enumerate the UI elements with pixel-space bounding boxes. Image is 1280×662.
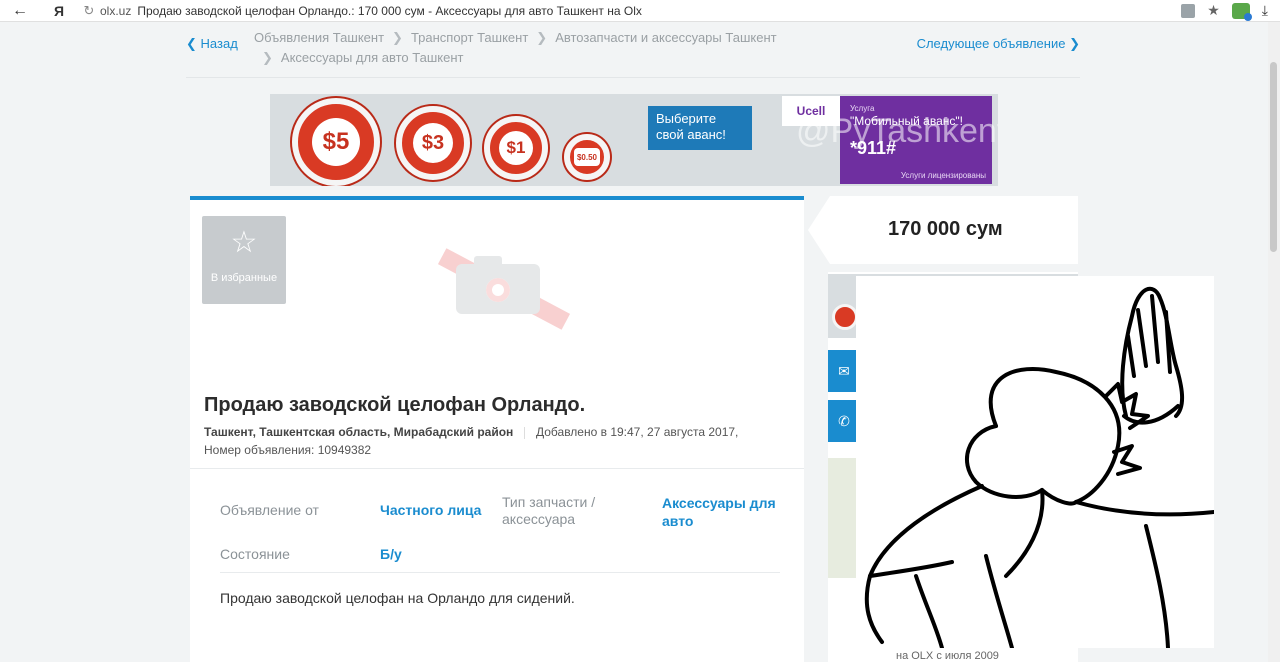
scrollbar-thumb[interactable] <box>1270 62 1277 252</box>
banner-amount: $1 <box>499 131 533 165</box>
phone-icon: ✆ <box>838 412 850 429</box>
ad-number: Номер объявления: 10949382 <box>204 443 372 457</box>
breadcrumb-item[interactable]: Объявления Ташкент <box>254 30 384 45</box>
extension-icon[interactable] <box>1181 3 1196 18</box>
member-since: на OLX с июля 2009 <box>896 650 999 662</box>
facepalm-drawing <box>856 276 1214 648</box>
divider <box>190 468 804 469</box>
lifebuoy-3: $3 <box>396 106 470 180</box>
ad-card: ☆ В избранные Продаю заводской целофан О… <box>190 196 804 662</box>
browser-toolbar: ← Я ↻ olx.uz Продаю заводской целофан Ор… <box>0 0 1280 22</box>
param-label: Объявление от <box>220 502 319 518</box>
param-value[interactable]: Аксессуары для авто <box>662 494 788 530</box>
banner-amount: $5 <box>312 118 360 166</box>
back-label: Назад <box>200 36 238 51</box>
browser-back-icon[interactable]: ← <box>0 2 40 20</box>
breadcrumb-separator-icon: ❯ <box>262 50 273 65</box>
ad-banner[interactable]: $5 $3 $1 $0.50 Выберите свой аванс! Ucel… <box>270 94 998 186</box>
ad-title: Продаю заводской целофан Орландо. <box>204 394 586 416</box>
param-label: Тип запчасти / аксессуара <box>502 494 596 527</box>
lifebuoy-1: $1 <box>484 116 548 180</box>
camera-icon <box>424 248 574 340</box>
url-domain[interactable]: olx.uz <box>100 4 131 18</box>
ad-date-added: Добавлено в 19:47, 27 августа 2017, <box>523 425 739 439</box>
facepalm-illustration <box>864 286 1214 648</box>
param-value[interactable]: Частного лица <box>380 502 481 518</box>
breadcrumb-separator-icon: ❯ <box>536 30 548 45</box>
banner-cta: Выберите свой аванс! <box>648 106 752 150</box>
breadcrumb-item[interactable]: Аксессуары для авто Ташкент <box>281 50 464 65</box>
page-scrollbar[interactable] <box>1268 22 1280 662</box>
ad-description: Продаю заводской целофан на Орландо для … <box>220 590 575 606</box>
lifebuoy-050: $0.50 <box>564 134 610 180</box>
extension-green-icon[interactable] <box>1231 2 1252 21</box>
price-box: 170 000 сум <box>808 196 1078 264</box>
lifebuoy-5: $5 <box>292 98 380 186</box>
mail-icon: ✉ <box>838 362 850 379</box>
price: 170 000 сум <box>888 218 1003 240</box>
chevron-left-icon: ❮ <box>186 36 197 51</box>
download-icon[interactable]: ⤓ <box>1262 2 1268 19</box>
breadcrumb-trail: Объявления Ташкент ❯ Транспорт Ташкент ❯ Авт… <box>254 28 814 68</box>
banner-amount: $3 <box>413 123 453 163</box>
page-tab-title[interactable]: Продаю заводской целофан Орландо.: 170 0… <box>137 4 1181 18</box>
bookmark-star-icon[interactable]: ★ <box>1207 2 1220 19</box>
yandex-logo[interactable]: Я <box>40 3 78 19</box>
ad-location[interactable]: Ташкент, Ташкентская область, Мирабадски… <box>204 425 513 439</box>
favorites-label: В избранные <box>210 272 278 284</box>
banner-amount: $0.50 <box>574 148 600 166</box>
chevron-right-icon: ❯ <box>1069 36 1080 51</box>
breadcrumb-item[interactable]: Транспорт Ташкент <box>411 30 528 45</box>
add-to-favorites-button[interactable]: ☆ В избранные <box>202 216 286 304</box>
back-link[interactable]: ❮ Назад <box>186 36 238 52</box>
breadcrumb-separator-icon: ❯ <box>392 30 403 45</box>
license-note: Услуги лицензированы <box>900 171 986 180</box>
breadcrumb-item[interactable]: Автозапчасти и аксессуары Ташкент <box>555 30 776 45</box>
divider <box>220 572 780 573</box>
refresh-icon[interactable]: ↻ <box>78 3 100 19</box>
next-ad-label: Следующее объявление <box>916 36 1066 51</box>
breadcrumb: ❮ Назад Объявления Ташкент ❯ Транспорт Таш… <box>186 28 1080 78</box>
star-icon: ☆ <box>230 226 258 259</box>
param-value[interactable]: Б/у <box>380 546 402 562</box>
next-ad-link[interactable]: Следующее объявление ❯ <box>917 36 1080 52</box>
param-label: Состояние <box>220 546 290 562</box>
watermark: @PyTashkent <box>796 112 998 150</box>
